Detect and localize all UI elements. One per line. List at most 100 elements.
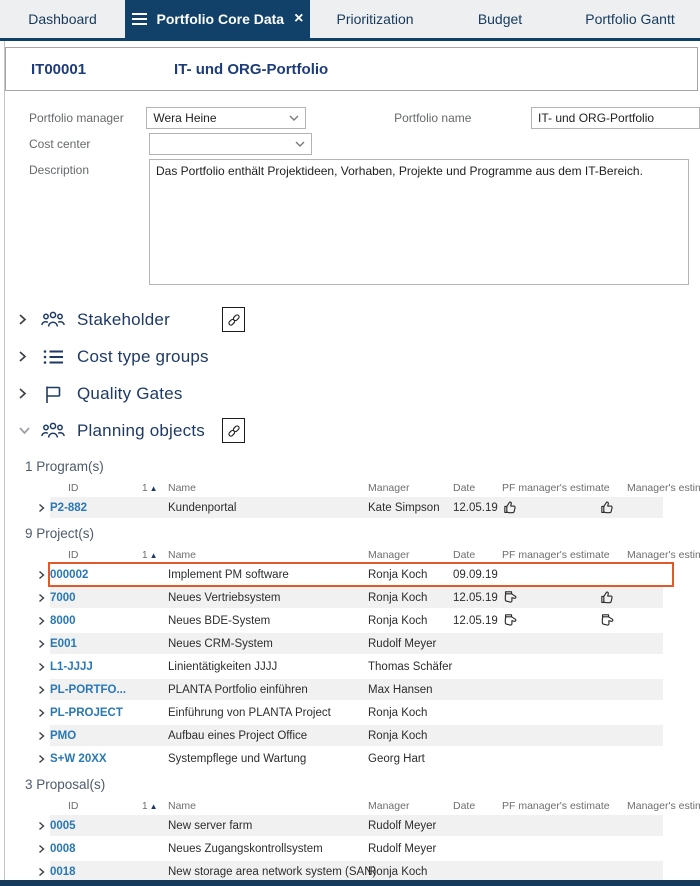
table-row[interactable]: 7000 Neues Vertriebsystem Ronja Koch 12.…	[35, 589, 700, 606]
table-row[interactable]: 000002 Implement PM software Ronja Koch …	[35, 566, 700, 583]
column-header-id[interactable]: ID	[50, 800, 142, 812]
tab-portfolio-gantt[interactable]: Portfolio Gantt	[560, 0, 700, 38]
link-icon[interactable]	[222, 307, 245, 332]
tab-dashboard[interactable]: Dashboard	[0, 0, 125, 38]
table-row[interactable]: L1-JJJJ Linientätigkeiten JJJJ Thomas Sc…	[35, 658, 700, 675]
pf-estimate-cell[interactable]	[502, 658, 617, 675]
hamburger-menu-icon[interactable]	[132, 13, 147, 25]
column-header-id[interactable]: ID	[50, 549, 142, 561]
close-icon[interactable]: ×	[294, 11, 303, 27]
chevron-right-icon[interactable]	[35, 662, 50, 672]
table-row[interactable]: PL-PROJECT Einführung von PLANTA Project…	[35, 704, 700, 721]
section-quality-gates[interactable]: Quality Gates	[5, 375, 700, 412]
table-row[interactable]: P2-882 Kundenportal Kate Simpson 12.05.1…	[35, 499, 700, 516]
chevron-right-icon[interactable]	[35, 867, 50, 877]
cost-center-select[interactable]	[149, 133, 312, 155]
pf-estimate-cell[interactable]	[502, 840, 617, 857]
portfolio-name-input[interactable]	[531, 107, 700, 129]
mgr-estimate-cell[interactable]	[617, 589, 700, 606]
sort-indicator[interactable]: 1▲	[142, 483, 168, 494]
section-cost-type-groups[interactable]: Cost type groups	[5, 338, 700, 375]
row-id-link[interactable]: S+W 20XX	[50, 753, 168, 765]
column-header-name[interactable]: Name	[168, 800, 368, 812]
mgr-estimate-cell[interactable]	[617, 840, 700, 857]
chevron-right-icon[interactable]	[35, 503, 50, 513]
chevron-right-icon[interactable]	[18, 350, 38, 363]
table-row[interactable]: E001 Neues CRM-System Rudolf Meyer	[35, 635, 700, 652]
chevron-right-icon[interactable]	[35, 754, 50, 764]
column-header-date[interactable]: Date	[453, 800, 502, 812]
chevron-right-icon[interactable]	[35, 731, 50, 741]
mgr-estimate-cell[interactable]	[617, 863, 700, 880]
mgr-estimate-cell[interactable]	[617, 635, 700, 652]
row-id-link[interactable]: PL-PROJECT	[50, 707, 168, 719]
pf-estimate-cell[interactable]	[502, 681, 617, 698]
portfolio-manager-select[interactable]: Wera Heine	[146, 107, 306, 129]
chevron-right-icon[interactable]	[35, 685, 50, 695]
column-header-mgr-estimate[interactable]: Manager's estimate	[617, 549, 700, 561]
column-header-manager[interactable]: Manager	[368, 549, 453, 561]
chevron-down-icon[interactable]	[18, 426, 38, 435]
mgr-estimate-cell[interactable]	[617, 681, 700, 698]
table-row[interactable]: 0018 New storage area network system (SA…	[35, 863, 700, 880]
chevron-right-icon[interactable]	[35, 616, 50, 626]
column-header-mgr-estimate[interactable]: Manager's estimate	[617, 800, 700, 812]
row-id-link[interactable]: 0005	[50, 820, 168, 832]
column-header-name[interactable]: Name	[168, 549, 368, 561]
column-header-date[interactable]: Date	[453, 482, 502, 494]
table-row[interactable]: 8000 Neues BDE-System Ronja Koch 12.05.1…	[35, 612, 700, 629]
pf-estimate-cell[interactable]	[502, 704, 617, 721]
mgr-estimate-cell[interactable]	[617, 499, 700, 516]
column-header-id[interactable]: ID	[50, 482, 142, 494]
row-id-link[interactable]: E001	[50, 638, 168, 650]
sort-indicator[interactable]: 1▲	[142, 801, 168, 812]
mgr-estimate-cell[interactable]	[617, 817, 700, 834]
pf-estimate-cell[interactable]	[502, 727, 617, 744]
column-header-manager[interactable]: Manager	[368, 800, 453, 812]
column-header-pf-estimate[interactable]: PF manager's estimate	[502, 800, 617, 812]
pf-estimate-cell[interactable]	[502, 817, 617, 834]
link-icon[interactable]	[222, 418, 245, 443]
row-id-link[interactable]: 0018	[50, 866, 168, 878]
section-planning-objects[interactable]: Planning objects	[5, 412, 700, 449]
section-stakeholder[interactable]: Stakeholder	[5, 301, 700, 338]
row-id-link[interactable]: P2-882	[50, 502, 168, 514]
pf-estimate-cell[interactable]	[502, 635, 617, 652]
chevron-right-icon[interactable]	[35, 570, 50, 580]
tab-prioritization[interactable]: Prioritization	[310, 0, 440, 38]
pf-estimate-cell[interactable]	[502, 566, 617, 583]
pf-estimate-cell[interactable]	[502, 750, 617, 767]
table-row[interactable]: 0005 New server farm Rudolf Meyer	[35, 817, 700, 834]
row-id-link[interactable]: 0008	[50, 843, 168, 855]
column-header-name[interactable]: Name	[168, 482, 368, 494]
mgr-estimate-cell[interactable]	[617, 658, 700, 675]
description-field[interactable]: Das Portfolio enthält Projektideen, Vorh…	[149, 159, 689, 285]
chevron-right-icon[interactable]	[35, 821, 50, 831]
chevron-right-icon[interactable]	[18, 387, 38, 400]
mgr-estimate-cell[interactable]	[617, 612, 700, 629]
row-id-link[interactable]: L1-JJJJ	[50, 661, 168, 673]
table-row[interactable]: 0008 Neues Zugangskontrollsystem Rudolf …	[35, 840, 700, 857]
table-row[interactable]: PMO Aufbau eines Project Office Ronja Ko…	[35, 727, 700, 744]
chevron-right-icon[interactable]	[35, 708, 50, 718]
column-header-manager[interactable]: Manager	[368, 482, 453, 494]
chevron-right-icon[interactable]	[18, 313, 38, 326]
mgr-estimate-cell[interactable]	[617, 566, 700, 583]
mgr-estimate-cell[interactable]	[617, 704, 700, 721]
tab-portfolio-core-data[interactable]: Portfolio Core Data ×	[125, 0, 310, 38]
column-header-pf-estimate[interactable]: PF manager's estimate	[502, 549, 617, 561]
row-id-link[interactable]: 7000	[50, 592, 168, 604]
row-id-link[interactable]: 8000	[50, 615, 168, 627]
chevron-right-icon[interactable]	[35, 639, 50, 649]
sort-indicator[interactable]: 1▲	[142, 550, 168, 561]
pf-estimate-cell[interactable]	[502, 863, 617, 880]
mgr-estimate-cell[interactable]	[617, 750, 700, 767]
row-id-link[interactable]: PMO	[50, 730, 168, 742]
tab-budget[interactable]: Budget	[440, 0, 560, 38]
table-row[interactable]: PL-PORTFO... PLANTA Portfolio einführen …	[35, 681, 700, 698]
table-row[interactable]: S+W 20XX Systempflege und Wartung Georg …	[35, 750, 700, 767]
chevron-right-icon[interactable]	[35, 844, 50, 854]
chevron-right-icon[interactable]	[35, 593, 50, 603]
row-id-link[interactable]: 000002	[50, 569, 168, 581]
column-header-mgr-estimate[interactable]: Manager's estimate	[617, 482, 700, 494]
